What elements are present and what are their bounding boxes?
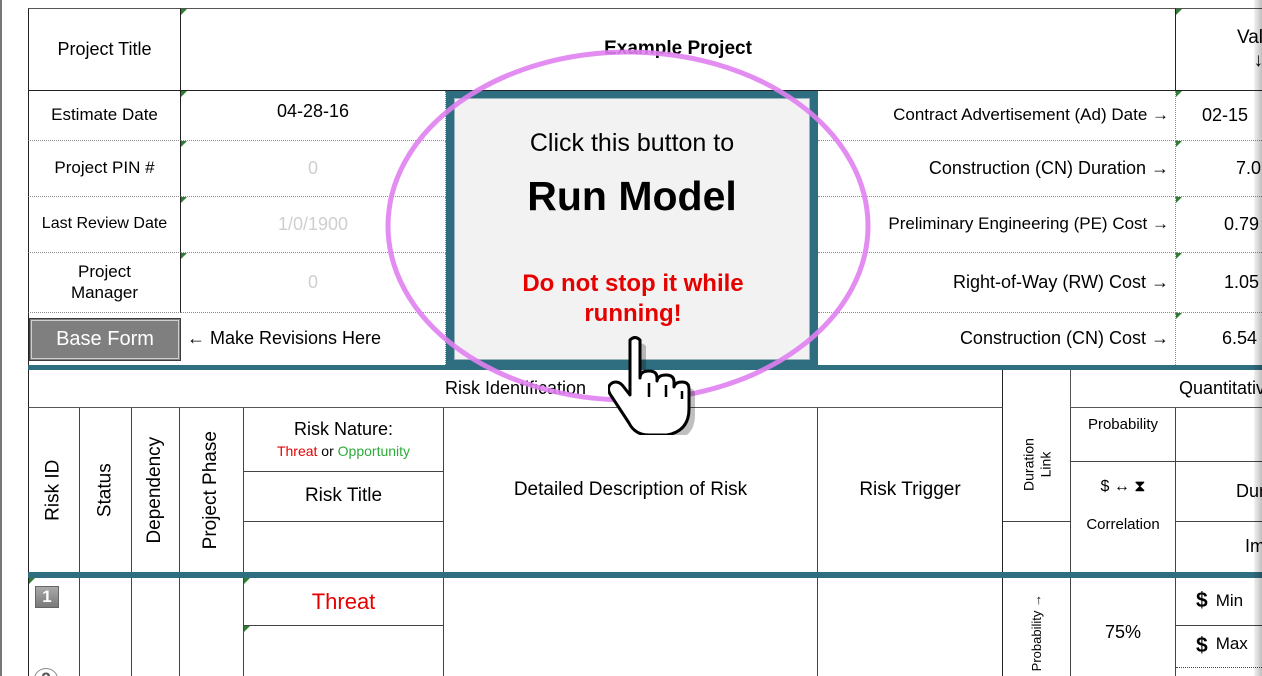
row1-probability[interactable]: 75% bbox=[1071, 578, 1176, 676]
row1-max-symbol: $ bbox=[1196, 634, 1208, 657]
row1-probability-label: Probability → bbox=[1003, 578, 1071, 676]
row1-min-symbol: $ bbox=[1196, 589, 1208, 613]
manager-label: Project Manager bbox=[28, 253, 181, 313]
opportunity-legend: Opportunity bbox=[337, 443, 411, 460]
row1-min-cost[interactable]: $ Min bbox=[1176, 578, 1262, 626]
col-risk-id: Risk ID bbox=[28, 408, 80, 572]
param-label-cn-duration: Construction (CN) Duration → bbox=[818, 141, 1176, 197]
last-review-label: Last Review Date bbox=[28, 197, 181, 253]
param-label-cn-cost: Construction (CN) Cost → bbox=[818, 313, 1176, 365]
risk-nature-label: Risk Nature: bbox=[293, 419, 394, 440]
row1-status[interactable] bbox=[80, 578, 132, 676]
spreadsheet: Project Title Example Project Val ↓ Esti… bbox=[0, 0, 1262, 676]
param-label-rw-cost: Right-of-Way (RW) Cost → bbox=[818, 253, 1176, 313]
project-title-value[interactable]: Example Project bbox=[181, 8, 1176, 91]
section-quantitative-text: Quantitativ bbox=[1178, 377, 1262, 398]
base-form-button[interactable]: Base Form bbox=[29, 318, 181, 361]
run-model-line1: Click this button to bbox=[529, 129, 735, 157]
pin-value[interactable]: 0 bbox=[181, 141, 446, 197]
manager-value[interactable]: 0 bbox=[181, 253, 446, 313]
run-model-line2: Run Model bbox=[527, 173, 737, 219]
row1-probability-label-text: Probability → bbox=[1028, 594, 1044, 672]
param-label-ad-date: Contract Advertisement (Ad) Date → bbox=[818, 91, 1176, 141]
row1-risk-nature[interactable]: Threat bbox=[244, 578, 444, 626]
col-risk-id-text: Risk ID bbox=[42, 459, 64, 521]
risk-title-spacer bbox=[244, 522, 444, 572]
row1-min-label: Min bbox=[1215, 591, 1244, 611]
param-value-ad-date[interactable]: 02-15 bbox=[1176, 91, 1262, 141]
param-label-pe-cost: Preliminary Engineering (PE) Cost → bbox=[818, 197, 1176, 253]
col-probability: Probability bbox=[1071, 408, 1176, 462]
row1-risk-title[interactable] bbox=[244, 626, 444, 676]
risk-nature-header: Risk Nature: Threat or Opportunity bbox=[244, 408, 444, 472]
row1-max-divider bbox=[1176, 667, 1262, 668]
estimate-date-value[interactable]: 04-28-16 bbox=[181, 91, 446, 141]
run-model-warning: Do not stop it while running! bbox=[522, 270, 744, 327]
estimate-date-label: Estimate Date bbox=[28, 91, 181, 141]
col-dependency-text: Dependency bbox=[144, 436, 166, 544]
run-model-button[interactable]: Click this button to Run Model Do not st… bbox=[454, 98, 810, 360]
param-value-cn-duration[interactable]: 7.0 bbox=[1176, 141, 1262, 197]
col-status-text: Status bbox=[94, 463, 116, 517]
project-title-label: Project Title bbox=[28, 8, 181, 91]
col-project-phase-text: Project Phase bbox=[200, 430, 222, 550]
col-duration-link: Duration Link bbox=[1003, 408, 1071, 522]
make-revisions-label: ← Make Revisions Here bbox=[183, 313, 446, 365]
param-value-rw-cost[interactable]: 1.05 bbox=[1176, 253, 1262, 313]
col-risk-trigger: Risk Trigger bbox=[818, 408, 1003, 572]
pin-label: Project PIN # bbox=[28, 141, 181, 197]
col-risk-title: Risk Title bbox=[244, 472, 444, 522]
col-dependency: Dependency bbox=[132, 408, 180, 572]
window-right-edge bbox=[1254, 0, 1262, 676]
hand-pointer-icon bbox=[608, 336, 695, 435]
last-review-value[interactable]: 1/0/1900 bbox=[181, 197, 446, 253]
col-duration-partial: Dur bbox=[1176, 462, 1262, 522]
section-risk-identification: Risk Identification bbox=[28, 370, 1003, 408]
section-quantitative: Quantitativ bbox=[1071, 370, 1262, 408]
row1-description[interactable] bbox=[444, 578, 818, 676]
row1-dependency[interactable] bbox=[132, 578, 180, 676]
col-status: Status bbox=[80, 408, 132, 572]
window-left-edge bbox=[0, 0, 2, 676]
col-project-phase: Project Phase bbox=[180, 408, 244, 572]
col-impact-partial: Im bbox=[1176, 522, 1262, 572]
row1-project-phase[interactable] bbox=[180, 578, 244, 676]
or-legend: or bbox=[317, 443, 338, 460]
row1-id-button[interactable]: 1 bbox=[35, 586, 59, 608]
param-value-cn-cost[interactable]: 6.54 bbox=[1176, 313, 1262, 365]
row1-id-cell: 1 bbox=[28, 578, 80, 676]
row1-max-label: Max bbox=[1215, 634, 1248, 653]
risk-nature-legend: Threat or Opportunity bbox=[277, 443, 410, 460]
param-value-pe-cost[interactable]: 0.79 bbox=[1176, 197, 1262, 253]
duration-link-top bbox=[1003, 370, 1071, 408]
row1-trigger[interactable] bbox=[818, 578, 1003, 676]
value-header: Val ↓ bbox=[1176, 8, 1262, 91]
col-correlation: Correlation bbox=[1071, 512, 1176, 572]
threat-legend: Threat bbox=[276, 443, 318, 460]
col-quant-top bbox=[1176, 408, 1262, 462]
row1-max-cost[interactable]: $ Max bbox=[1176, 626, 1262, 676]
col-correlation-symbol: $ ↔ ⧗ bbox=[1071, 462, 1176, 512]
col-duration-link-text: Duration Link bbox=[1019, 438, 1053, 491]
duration-link-spacer bbox=[1003, 522, 1071, 572]
